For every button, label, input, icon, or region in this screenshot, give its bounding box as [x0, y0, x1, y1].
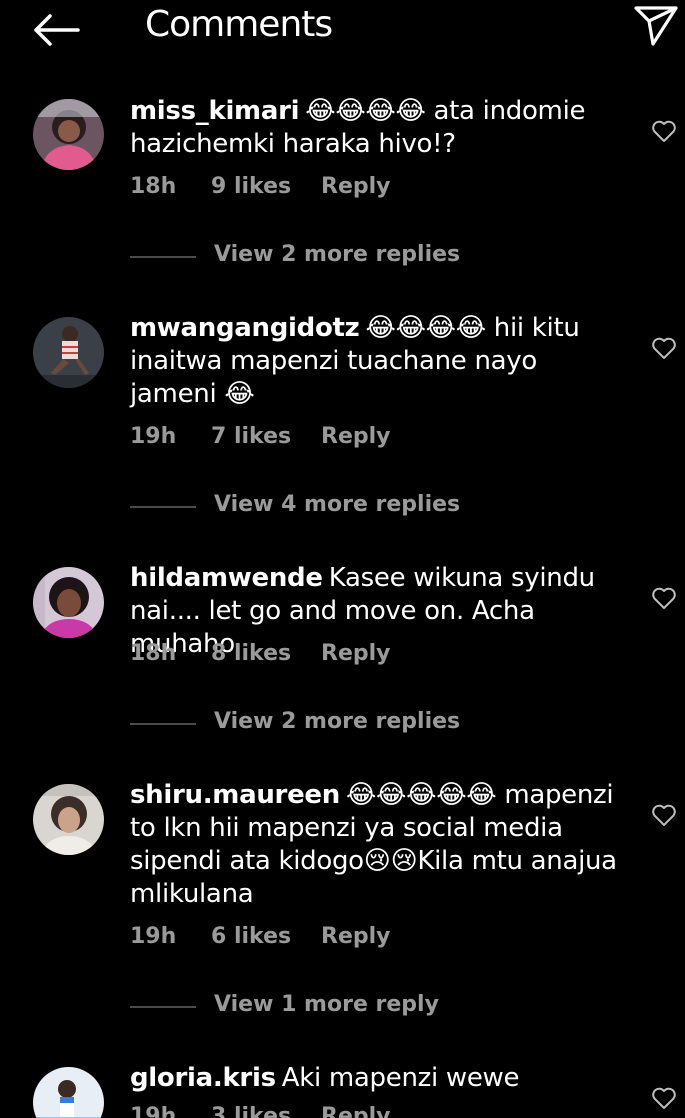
comment-username[interactable]: shiru.maureen: [130, 780, 340, 810]
reply-button[interactable]: Reply: [321, 1104, 391, 1118]
comment-likes[interactable]: 7 likes: [211, 424, 291, 449]
paper-plane-icon[interactable]: [633, 4, 679, 48]
view-more-replies-button[interactable]: View 4 more replies: [130, 492, 550, 522]
view-more-replies-label: View 2 more replies: [214, 242, 461, 267]
comment-time: 18h: [130, 641, 177, 666]
header: Comments: [0, 0, 685, 60]
comment-time: 18h: [130, 174, 177, 199]
view-more-replies-button[interactable]: View 2 more replies: [130, 242, 550, 272]
heart-icon[interactable]: [651, 1086, 677, 1110]
page-title: Comments: [145, 4, 333, 45]
comment-time: 19h: [130, 924, 177, 949]
view-more-replies-label: View 1 more reply: [214, 992, 439, 1017]
reply-button[interactable]: Reply: [321, 924, 391, 949]
view-more-replies-label: View 2 more replies: [214, 709, 461, 734]
avatar[interactable]: [33, 1067, 104, 1118]
comment-text: gloria.kris Aki mapenzi wewe: [130, 1062, 630, 1095]
comment-likes[interactable]: 8 likes: [211, 641, 291, 666]
reply-button[interactable]: Reply: [321, 174, 391, 199]
comment-username[interactable]: mwangangidotz: [130, 313, 360, 343]
divider-line: [130, 256, 196, 258]
comment-text: mwangangidotz 😂😂😂😂 hii kitu inaitwa mapen…: [130, 312, 630, 411]
reply-button[interactable]: Reply: [321, 424, 391, 449]
comment-username[interactable]: miss_kimari: [130, 96, 300, 126]
comment-text: miss_kimari 😂😂😂😂 ata indomie hazichemki h…: [130, 95, 630, 161]
heart-icon[interactable]: [651, 336, 677, 360]
divider-line: [130, 506, 196, 508]
reply-button[interactable]: Reply: [321, 641, 391, 666]
divider-line: [130, 1006, 196, 1008]
comment-likes[interactable]: 3 likes: [211, 1104, 291, 1118]
divider-line: [130, 723, 196, 725]
back-arrow-icon[interactable]: [30, 10, 82, 50]
view-more-replies-button[interactable]: View 2 more replies: [130, 709, 550, 739]
comments-screen: Comments miss_kimari 😂😂😂😂 ata indomie haz…: [0, 0, 685, 1118]
heart-icon[interactable]: [651, 803, 677, 827]
comment-text: shiru.maureen 😂😂😂😂😂 mapenzi to lkn hii ma…: [130, 779, 630, 911]
comment-time: 19h: [130, 1104, 177, 1118]
avatar[interactable]: [33, 784, 104, 855]
avatar[interactable]: [33, 99, 104, 170]
avatar[interactable]: [33, 317, 104, 388]
comment-username[interactable]: gloria.kris: [130, 1063, 276, 1093]
comment-likes[interactable]: 6 likes: [211, 924, 291, 949]
comment-time: 19h: [130, 424, 177, 449]
comment-likes[interactable]: 9 likes: [211, 174, 291, 199]
avatar[interactable]: [33, 567, 104, 638]
view-more-replies-label: View 4 more replies: [214, 492, 461, 517]
comment-username[interactable]: hildamwende: [130, 563, 323, 593]
view-more-replies-button[interactable]: View 1 more reply: [130, 992, 550, 1022]
heart-icon[interactable]: [651, 119, 677, 143]
heart-icon[interactable]: [651, 586, 677, 610]
comment-body: Aki mapenzi wewe: [281, 1063, 520, 1093]
